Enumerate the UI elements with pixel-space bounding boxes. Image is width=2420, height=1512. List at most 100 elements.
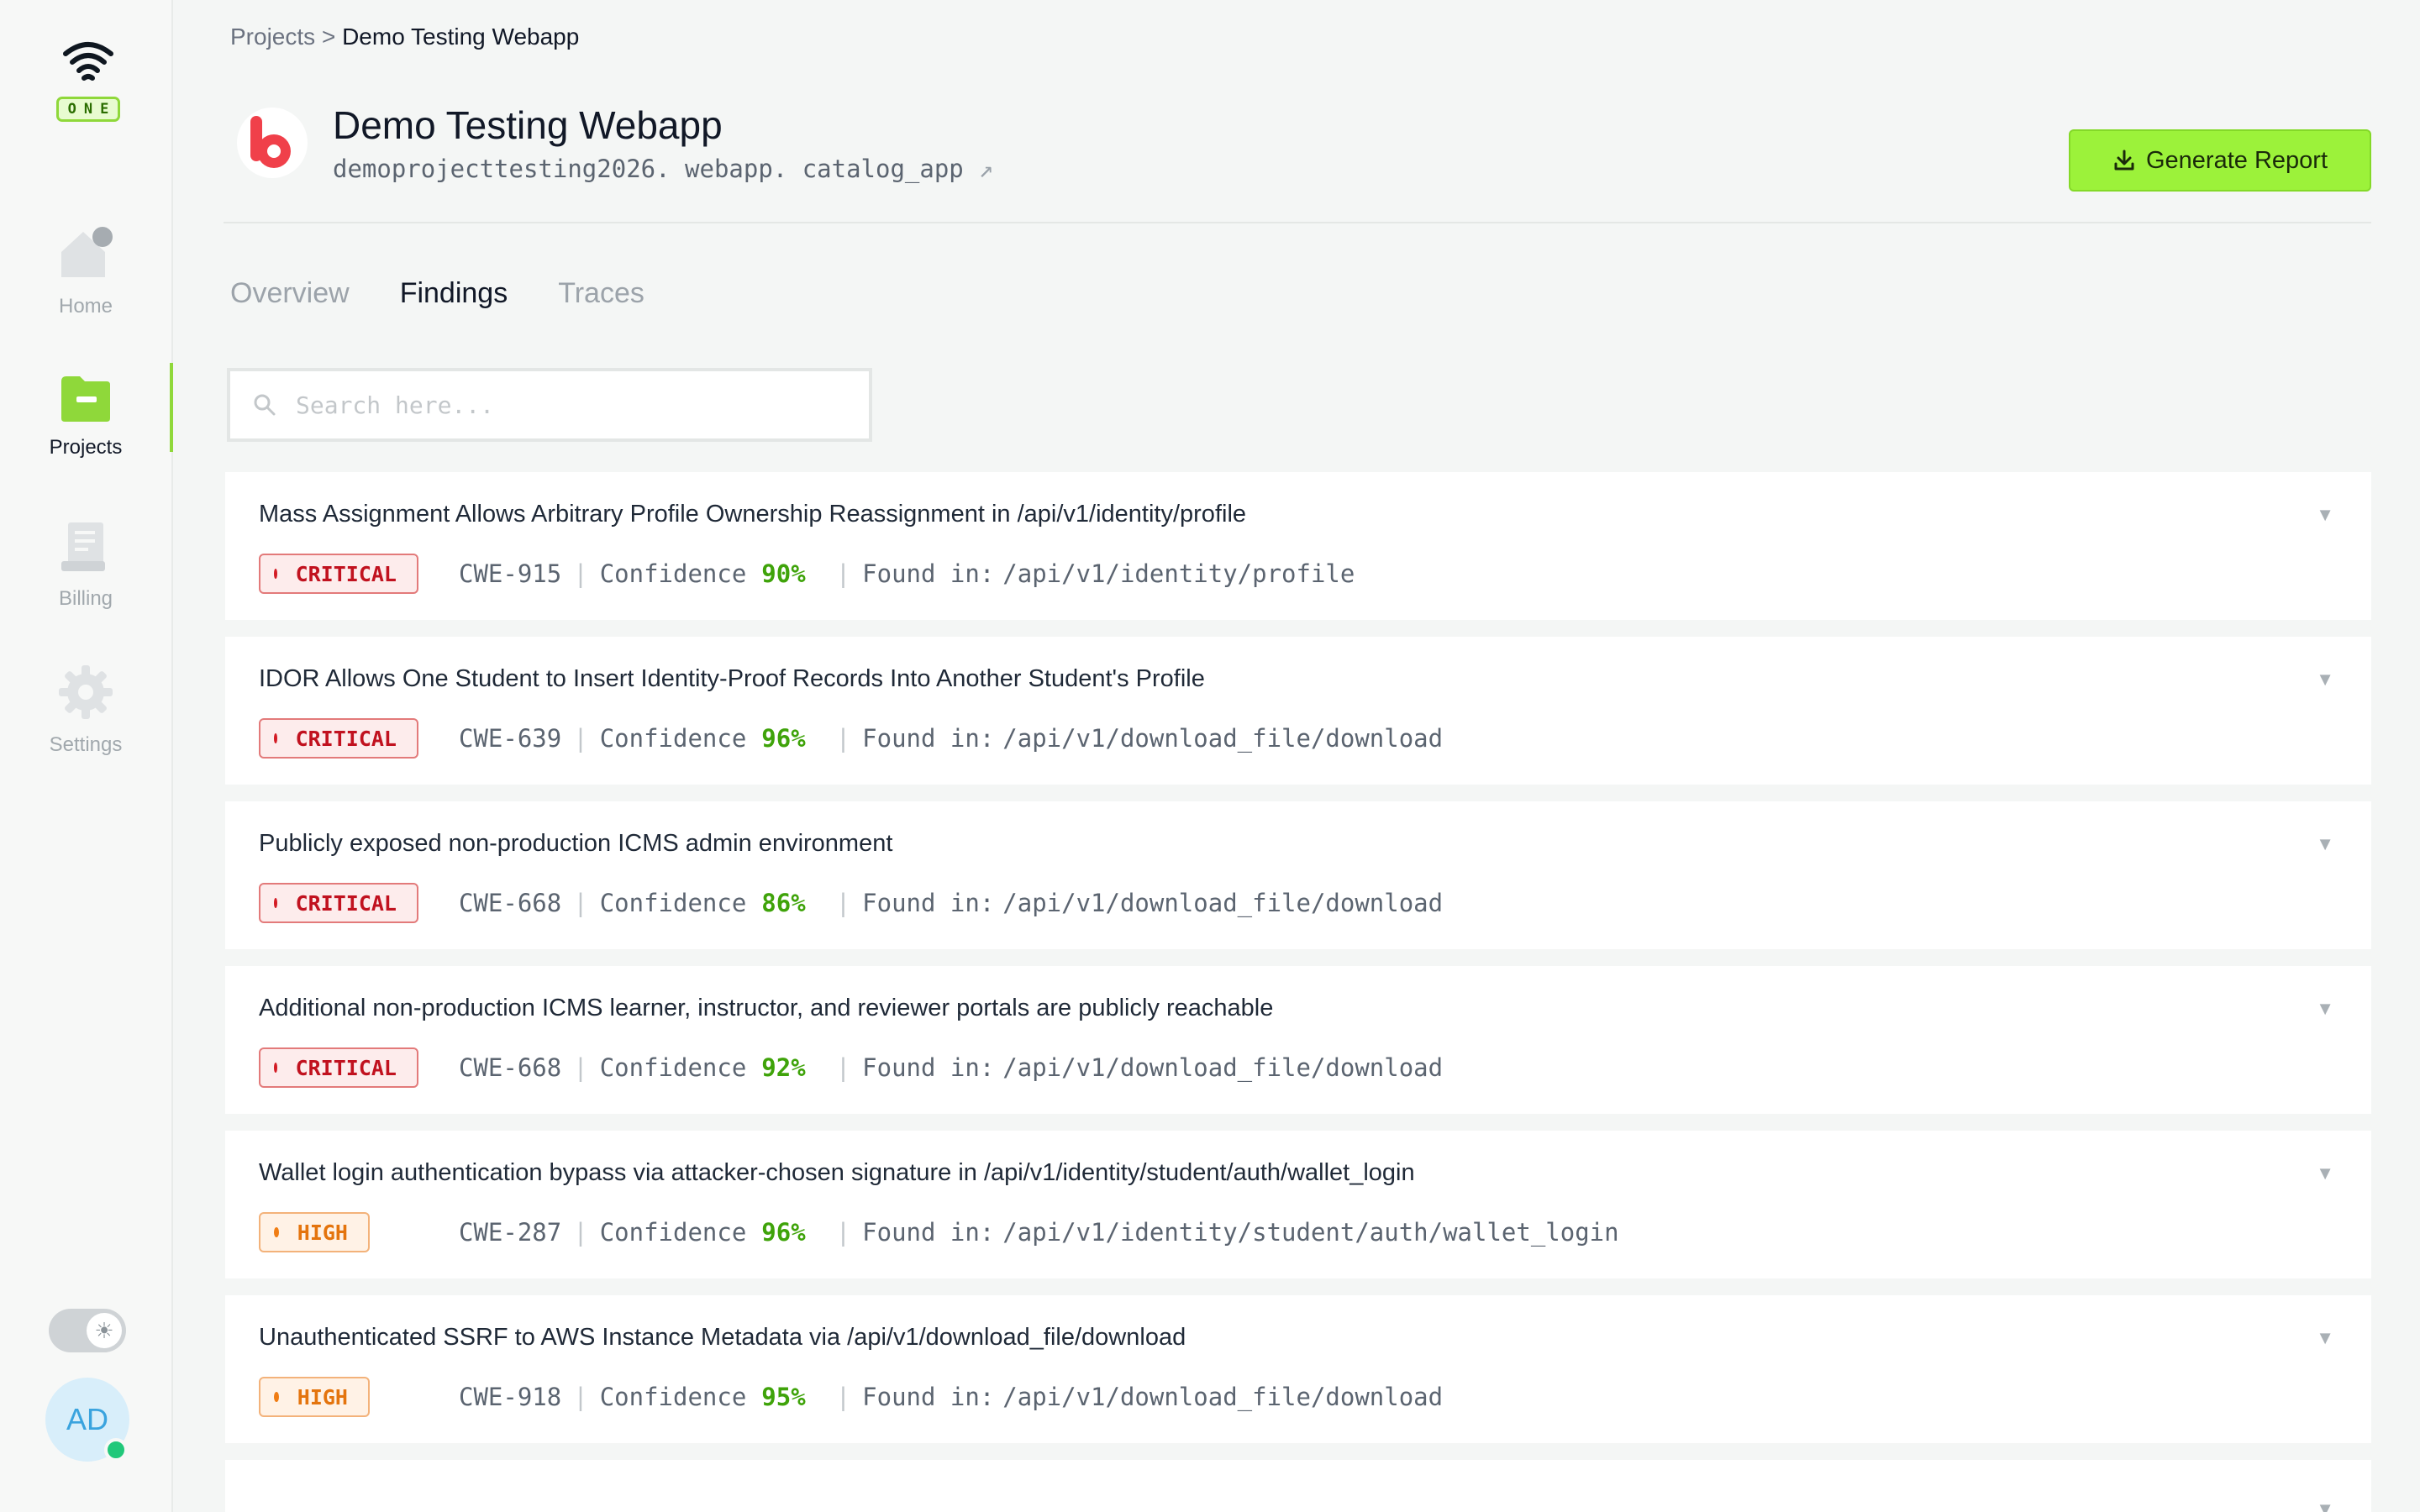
tab-traces[interactable]: Traces (558, 277, 644, 310)
sidebar-item-label: Projects (49, 436, 123, 459)
severity-dot (274, 1227, 279, 1237)
project-subtitle: demoprojecttesting2026. webapp. catalog_… (333, 155, 993, 183)
finding-card[interactable]: Additional non-production ICMS learner, … (225, 966, 2371, 1114)
sidebar-item-settings[interactable]: Settings (0, 664, 171, 757)
sidebar-item-label: Home (58, 295, 113, 318)
confidence-value: 95% (761, 1383, 806, 1411)
severity-label: HIGH (297, 1384, 348, 1410)
separator: | (835, 724, 851, 753)
brand-logo[interactable]: ONE (54, 39, 123, 122)
cwe-id: CWE-915 (459, 559, 562, 588)
finding-card[interactable]: ▼ (225, 1460, 2371, 1512)
project-logo-icon (250, 116, 291, 168)
severity-badge: CRITICAL (259, 554, 418, 594)
severity-dot (274, 733, 277, 743)
external-link-icon[interactable]: ↗ (979, 155, 993, 183)
chevron-down-icon[interactable]: ▼ (2316, 998, 2334, 1020)
project-logo (237, 108, 308, 178)
breadcrumb-current: Demo Testing Webapp (342, 24, 580, 50)
separator: | (573, 1053, 588, 1082)
finding-meta: HIGH CWE-287 | Confidence 96% | Found in… (259, 1212, 2338, 1252)
finding-title: IDOR Allows One Student to Insert Identi… (259, 665, 1205, 692)
separator: | (835, 1218, 851, 1247)
severity-dot (274, 1392, 279, 1402)
confidence-value: 96% (761, 724, 806, 753)
tab-findings[interactable]: Findings (400, 277, 508, 310)
search-box (227, 368, 872, 442)
chevron-down-icon[interactable]: ▼ (2316, 504, 2334, 526)
separator: | (835, 889, 851, 917)
search-icon (254, 394, 276, 416)
sidebar-item-projects[interactable]: Projects (0, 363, 173, 459)
findings-list: Mass Assignment Allows Arbitrary Profile… (225, 472, 2371, 1512)
chevron-down-icon[interactable]: ▼ (2316, 833, 2334, 855)
severity-label: CRITICAL (295, 726, 397, 751)
download-icon (2114, 150, 2134, 171)
finding-card[interactable]: Publicly exposed non-production ICMS adm… (225, 801, 2371, 949)
severity-badge: HIGH (259, 1212, 370, 1252)
generate-report-button[interactable]: Generate Report (2069, 129, 2371, 192)
chevron-down-icon[interactable]: ▼ (2316, 1499, 2334, 1512)
separator: | (835, 1383, 851, 1411)
breadcrumb-projects-link[interactable]: Projects (230, 24, 315, 50)
home-icon (61, 227, 113, 277)
finding-location: /api/v1/identity/profile (1002, 559, 1355, 588)
finding-card[interactable]: Mass Assignment Allows Arbitrary Profile… (225, 472, 2371, 620)
finding-meta: CRITICAL CWE-668 | Confidence 92% | Foun… (259, 1047, 2338, 1088)
chevron-down-icon[interactable]: ▼ (2316, 669, 2334, 690)
chevron-down-icon[interactable]: ▼ (2316, 1327, 2334, 1349)
online-status-dot (104, 1438, 128, 1462)
severity-label: CRITICAL (295, 1055, 397, 1080)
severity-label: HIGH (297, 1220, 348, 1245)
finding-card[interactable]: IDOR Allows One Student to Insert Identi… (225, 637, 2371, 785)
breadcrumb: Projects > Demo Testing Webapp (230, 24, 579, 50)
found-in-label: Found in: (862, 1383, 995, 1411)
tab-bar: Overview Findings Traces (230, 277, 644, 310)
brand-badge: ONE (55, 97, 121, 122)
cwe-id: CWE-287 (459, 1218, 562, 1247)
severity-label: CRITICAL (295, 561, 397, 586)
found-in-label: Found in: (862, 889, 995, 917)
breadcrumb-separator: > (321, 24, 336, 50)
cwe-id: CWE-918 (459, 1383, 562, 1411)
finding-title: Wallet login authentication bypass via a… (259, 1159, 1415, 1186)
separator: | (573, 559, 588, 588)
confidence-label: Confidence (599, 724, 747, 753)
confidence-value: 86% (761, 889, 806, 917)
finding-location: /api/v1/identity/student/auth/wallet_log… (1002, 1218, 1619, 1247)
severity-label: CRITICAL (295, 890, 397, 916)
confidence-label: Confidence (599, 1218, 747, 1247)
severity-badge: CRITICAL (259, 718, 418, 759)
finding-meta: CRITICAL CWE-915 | Confidence 90% | Foun… (259, 554, 2338, 594)
found-in-label: Found in: (862, 1053, 995, 1082)
generate-report-label: Generate Report (2145, 146, 2328, 174)
sidebar-item-home[interactable]: Home (0, 223, 171, 318)
finding-title: Publicly exposed non-production ICMS adm… (259, 830, 893, 857)
folder-icon (61, 376, 110, 422)
separator: | (835, 559, 851, 588)
chevron-down-icon[interactable]: ▼ (2316, 1163, 2334, 1184)
sun-icon: ☀ (87, 1313, 122, 1348)
tab-overview[interactable]: Overview (230, 277, 350, 310)
finding-card[interactable]: Wallet login authentication bypass via a… (225, 1131, 2371, 1278)
finding-title: Mass Assignment Allows Arbitrary Profile… (259, 501, 1247, 528)
sidebar-item-billing[interactable]: Billing (0, 519, 171, 611)
confidence-value: 90% (761, 559, 806, 588)
confidence-value: 96% (761, 1218, 806, 1247)
page-title: Demo Testing Webapp (333, 103, 723, 147)
theme-toggle[interactable]: ☀ (49, 1309, 126, 1352)
sidebar-item-label: Billing (58, 587, 113, 610)
finding-card[interactable]: Unauthenticated SSRF to AWS Instance Met… (225, 1295, 2371, 1443)
cwe-id: CWE-639 (459, 724, 562, 753)
header-divider (224, 222, 2371, 223)
finding-meta: CRITICAL CWE-668 | Confidence 86% | Foun… (259, 883, 2338, 923)
gear-icon (59, 665, 113, 719)
found-in-label: Found in: (862, 724, 995, 753)
severity-badge: CRITICAL (259, 1047, 418, 1088)
finding-title: Additional non-production ICMS learner, … (259, 995, 1274, 1021)
sidebar-item-label: Settings (49, 733, 123, 756)
finding-location: /api/v1/download_file/download (1002, 1383, 1444, 1411)
confidence-label: Confidence (599, 889, 747, 917)
search-input[interactable] (296, 391, 834, 419)
found-in-label: Found in: (862, 1218, 995, 1247)
